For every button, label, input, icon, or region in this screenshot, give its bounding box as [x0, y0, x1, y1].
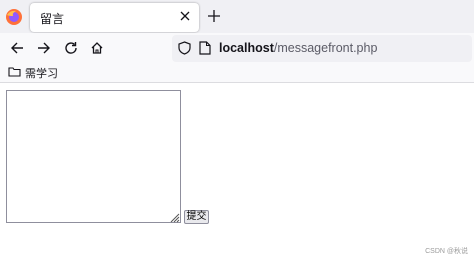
reload-icon[interactable] — [63, 40, 79, 56]
tab-strip: 留言 — [0, 0, 474, 33]
bookmark-folder-label: 需学习 — [25, 68, 58, 80]
tab-title: 留言 — [40, 12, 65, 26]
tab-active[interactable]: 留言 — [30, 3, 199, 32]
url-path: /messagefront.php — [273, 41, 378, 55]
bookmark-folder[interactable]: 需学习 — [8, 65, 58, 81]
close-icon[interactable] — [179, 10, 191, 22]
back-arrow-icon[interactable] — [9, 40, 25, 56]
watermark: CSDN @秋说 — [425, 248, 468, 255]
home-icon[interactable] — [89, 40, 105, 56]
new-tab-plus-icon[interactable] — [207, 9, 221, 23]
url-host: localhost — [219, 41, 274, 55]
submit-button[interactable]: 提交 — [184, 210, 209, 224]
folder-icon — [8, 64, 21, 82]
navigation-bar: localhost/messagefront.php — [0, 33, 474, 63]
page-content: 提交 — [0, 84, 474, 260]
page-info-icon[interactable] — [199, 41, 211, 60]
bookmarks-toolbar: 需学习 — [0, 63, 474, 83]
shield-icon[interactable] — [178, 41, 191, 60]
forward-arrow-icon[interactable] — [36, 40, 52, 56]
url-bar[interactable]: localhost/messagefront.php — [172, 35, 472, 62]
url-text[interactable]: localhost/messagefront.php — [219, 41, 377, 55]
firefox-logo-icon[interactable] — [5, 8, 23, 26]
message-textarea[interactable] — [6, 90, 181, 223]
